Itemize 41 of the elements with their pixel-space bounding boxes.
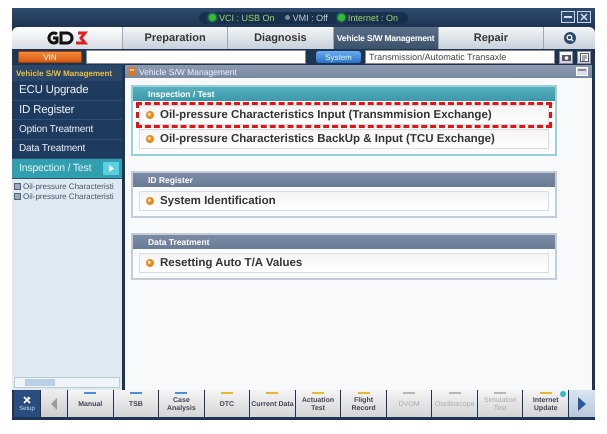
history-item[interactable]: Oil-pressure Characteristi bbox=[23, 192, 114, 201]
nav-tab[interactable]: Preparation bbox=[122, 27, 228, 49]
camera-icon[interactable] bbox=[559, 50, 573, 64]
right-arrow-icon bbox=[578, 396, 586, 410]
function-item[interactable]: Oil-pressure Characteristics BackUp & Input (TCU Exchange) bbox=[139, 129, 549, 149]
minimize-button[interactable] bbox=[561, 11, 575, 23]
status-label: Internet : On bbox=[348, 12, 398, 22]
group-title: Inspection / Test bbox=[133, 87, 555, 101]
close-icon bbox=[580, 13, 588, 21]
nav-tab[interactable]: Vehicle S/W Management bbox=[332, 27, 438, 49]
logo-icon bbox=[45, 31, 89, 45]
horizontal-scrollbar[interactable] bbox=[14, 377, 120, 388]
search-icon bbox=[564, 32, 576, 44]
bullet-icon bbox=[146, 135, 154, 143]
panel-title: Vehicle S/W Management bbox=[139, 66, 237, 76]
window-icon[interactable] bbox=[576, 67, 588, 76]
function-item[interactable]: System Identification bbox=[139, 191, 549, 211]
right-arrow-button[interactable] bbox=[569, 390, 596, 417]
function-item[interactable]: Oil-pressure Characteristics Input (Transmmision Exchange) bbox=[139, 105, 549, 125]
history-item[interactable]: Oil-pressure Characteristi bbox=[23, 182, 114, 191]
play-icon bbox=[103, 162, 119, 175]
system-field[interactable]: Transmission/Automatic Transaxle bbox=[365, 50, 555, 64]
function-item[interactable]: Resetting Auto T/A Values bbox=[139, 253, 549, 273]
vin-input-field[interactable] bbox=[86, 50, 306, 64]
bullet-icon bbox=[146, 111, 154, 119]
status-label: VMI : Off bbox=[292, 12, 328, 22]
bullet-icon bbox=[146, 197, 154, 205]
search-button[interactable] bbox=[543, 27, 595, 49]
nav-tab[interactable]: Repair bbox=[438, 27, 543, 49]
bullet-icon bbox=[146, 259, 154, 267]
minimize-icon bbox=[564, 16, 572, 18]
status-label: VCI : USB On bbox=[219, 12, 275, 22]
document-icon[interactable] bbox=[577, 50, 591, 64]
group-title: Data Treatment bbox=[133, 235, 555, 249]
tools-icon bbox=[22, 395, 32, 405]
nav-tab[interactable]: Diagnosis bbox=[227, 27, 332, 49]
left-arrow-icon bbox=[51, 398, 57, 410]
sidebar-title: Vehicle S/W Management bbox=[12, 65, 122, 81]
flag-icon bbox=[129, 67, 135, 76]
close-button[interactable] bbox=[577, 11, 591, 23]
group-title: ID Register bbox=[133, 173, 555, 187]
